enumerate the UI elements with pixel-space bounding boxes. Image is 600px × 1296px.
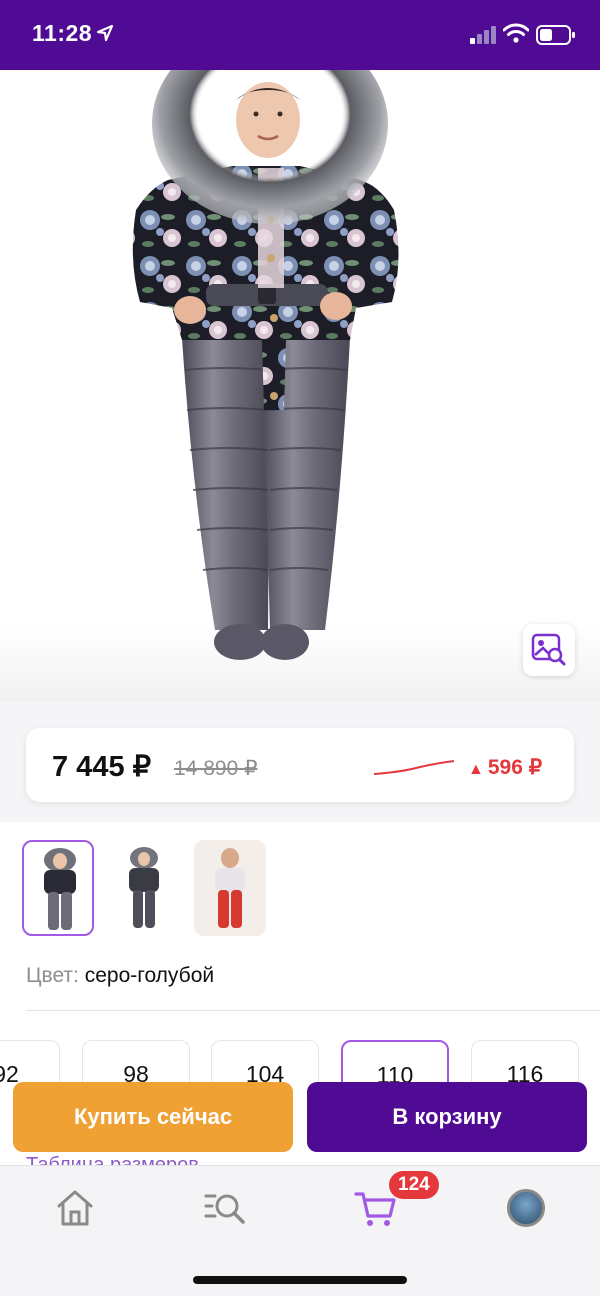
- color-selection-label: Цвет: серо-голубой: [26, 964, 214, 988]
- color-label: Цвет:: [26, 964, 79, 987]
- battery-icon: [536, 25, 575, 45]
- heart-icon[interactable]: [458, 98, 502, 138]
- cellular-signal-icon: [470, 26, 496, 44]
- price-history-sparkline: [373, 760, 455, 775]
- old-price: 14 890 ₽: [174, 757, 258, 780]
- up-triangle-icon: ▲: [468, 761, 484, 778]
- cart-count-badge: 124: [389, 1171, 439, 1199]
- home-icon[interactable]: [53, 1186, 97, 1230]
- buy-now-button[interactable]: Купить сейчас: [13, 1082, 293, 1152]
- thumbnail-red[interactable]: [194, 840, 266, 936]
- back-icon[interactable]: [20, 98, 60, 138]
- price-change: ▲ 596 ₽: [468, 755, 542, 780]
- visual-search-button[interactable]: [523, 624, 575, 676]
- home-indicator: [193, 1276, 407, 1284]
- profile-avatar: [507, 1189, 545, 1227]
- wifi-icon: [503, 23, 529, 43]
- divider: [26, 1010, 600, 1011]
- thumbnail-grey-alt[interactable]: [108, 840, 180, 936]
- add-to-cart-button[interactable]: В корзину: [307, 1082, 587, 1152]
- product-photo: [132, 70, 399, 660]
- price-card[interactable]: 7 445 ₽ 14 890 ₽ ▲ 596 ₽: [26, 728, 574, 802]
- status-time: 11:28: [32, 20, 93, 46]
- thumbnail-image: [44, 848, 76, 930]
- size-table-link[interactable]: Таблица размеров: [26, 1152, 326, 1166]
- price-change-value: 596 ₽: [487, 756, 543, 779]
- thumbnail-image: [194, 840, 266, 936]
- price-section: 7 445 ₽ 14 890 ₽ ▲ 596 ₽: [0, 702, 600, 822]
- location-arrow-icon: [96, 24, 114, 42]
- thumbnail-grey[interactable]: [22, 840, 94, 936]
- thumbnail-image: [129, 847, 159, 928]
- color-variant-thumbnails: [22, 840, 582, 936]
- visual-search-icon: [531, 633, 566, 666]
- current-price: 7 445 ₽: [52, 751, 152, 783]
- color-value: серо-голубой: [84, 964, 215, 987]
- profile-tab[interactable]: [504, 1186, 548, 1230]
- catalog-search-icon[interactable]: [203, 1186, 247, 1230]
- share-icon[interactable]: [538, 94, 582, 138]
- status-bar: 11:28: [0, 0, 600, 70]
- product-image-gallery[interactable]: [0, 70, 600, 702]
